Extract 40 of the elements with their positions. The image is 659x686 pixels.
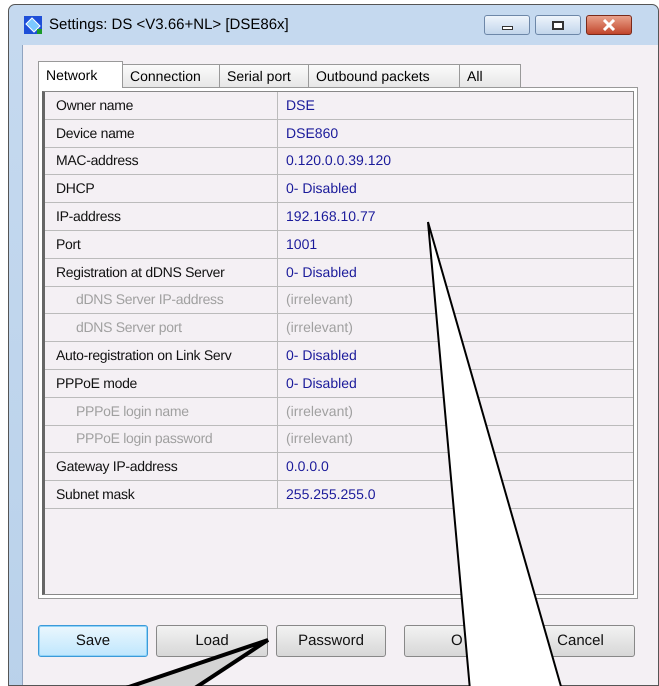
setting-value[interactable]: 0.0.0.0 <box>278 453 633 480</box>
setting-name: MAC-address <box>45 148 278 174</box>
setting-name: Registration at dDNS Server <box>45 258 278 286</box>
setting-name: Device name <box>45 120 278 147</box>
setting-name: Port <box>45 230 278 258</box>
dialog-button[interactable]: Password <box>276 625 386 657</box>
dialog-button[interactable]: Load <box>156 625 268 657</box>
setting-value[interactable]: 0- Disabled <box>278 258 633 286</box>
tab[interactable]: Outbound packets <box>308 64 460 87</box>
setting-value[interactable]: 1001 <box>278 230 633 258</box>
setting-name: Owner name <box>45 92 278 119</box>
dialog-button[interactable]: Save <box>38 625 148 657</box>
maximize-button[interactable] <box>535 15 581 35</box>
close-button[interactable] <box>586 15 632 35</box>
setting-name: dDNS Server IP-address <box>45 286 278 314</box>
minimize-button[interactable] <box>484 15 530 35</box>
setting-name: PPPoE login password <box>45 426 278 452</box>
setting-name: PPPoE mode <box>45 370 278 397</box>
tab[interactable]: Network <box>38 61 123 88</box>
setting-name: Gateway IP-address <box>45 453 278 480</box>
setting-name: DHCP <box>45 175 278 202</box>
setting-name: dDNS Server port <box>45 314 278 342</box>
setting-value[interactable]: 255.255.255.0 <box>278 481 633 508</box>
setting-value[interactable]: 0- Disabled <box>278 342 633 369</box>
tab[interactable]: Connection <box>122 64 220 87</box>
setting-value[interactable]: 0.120.0.0.39.120 <box>278 148 633 174</box>
setting-value[interactable]: 192.168.10.77 <box>278 203 633 230</box>
tab[interactable]: All <box>459 64 521 87</box>
setting-name: PPPoE login name <box>45 398 278 425</box>
setting-value[interactable]: DSE860 <box>278 120 633 147</box>
tab[interactable]: Serial port <box>219 64 309 87</box>
setting-name: Subnet mask <box>45 481 278 508</box>
window-title: Settings: DS <V3.66+NL> [DSE86x] <box>49 14 289 35</box>
app-icon <box>23 15 43 35</box>
close-icon <box>602 19 616 31</box>
setting-value[interactable]: DSE <box>278 92 633 119</box>
setting-name: IP-address <box>45 203 278 230</box>
setting-value[interactable]: 0- Disabled <box>278 175 633 202</box>
setting-name: Auto-registration on Link Serv <box>45 342 278 369</box>
setting-value[interactable]: 0- Disabled <box>278 370 633 397</box>
